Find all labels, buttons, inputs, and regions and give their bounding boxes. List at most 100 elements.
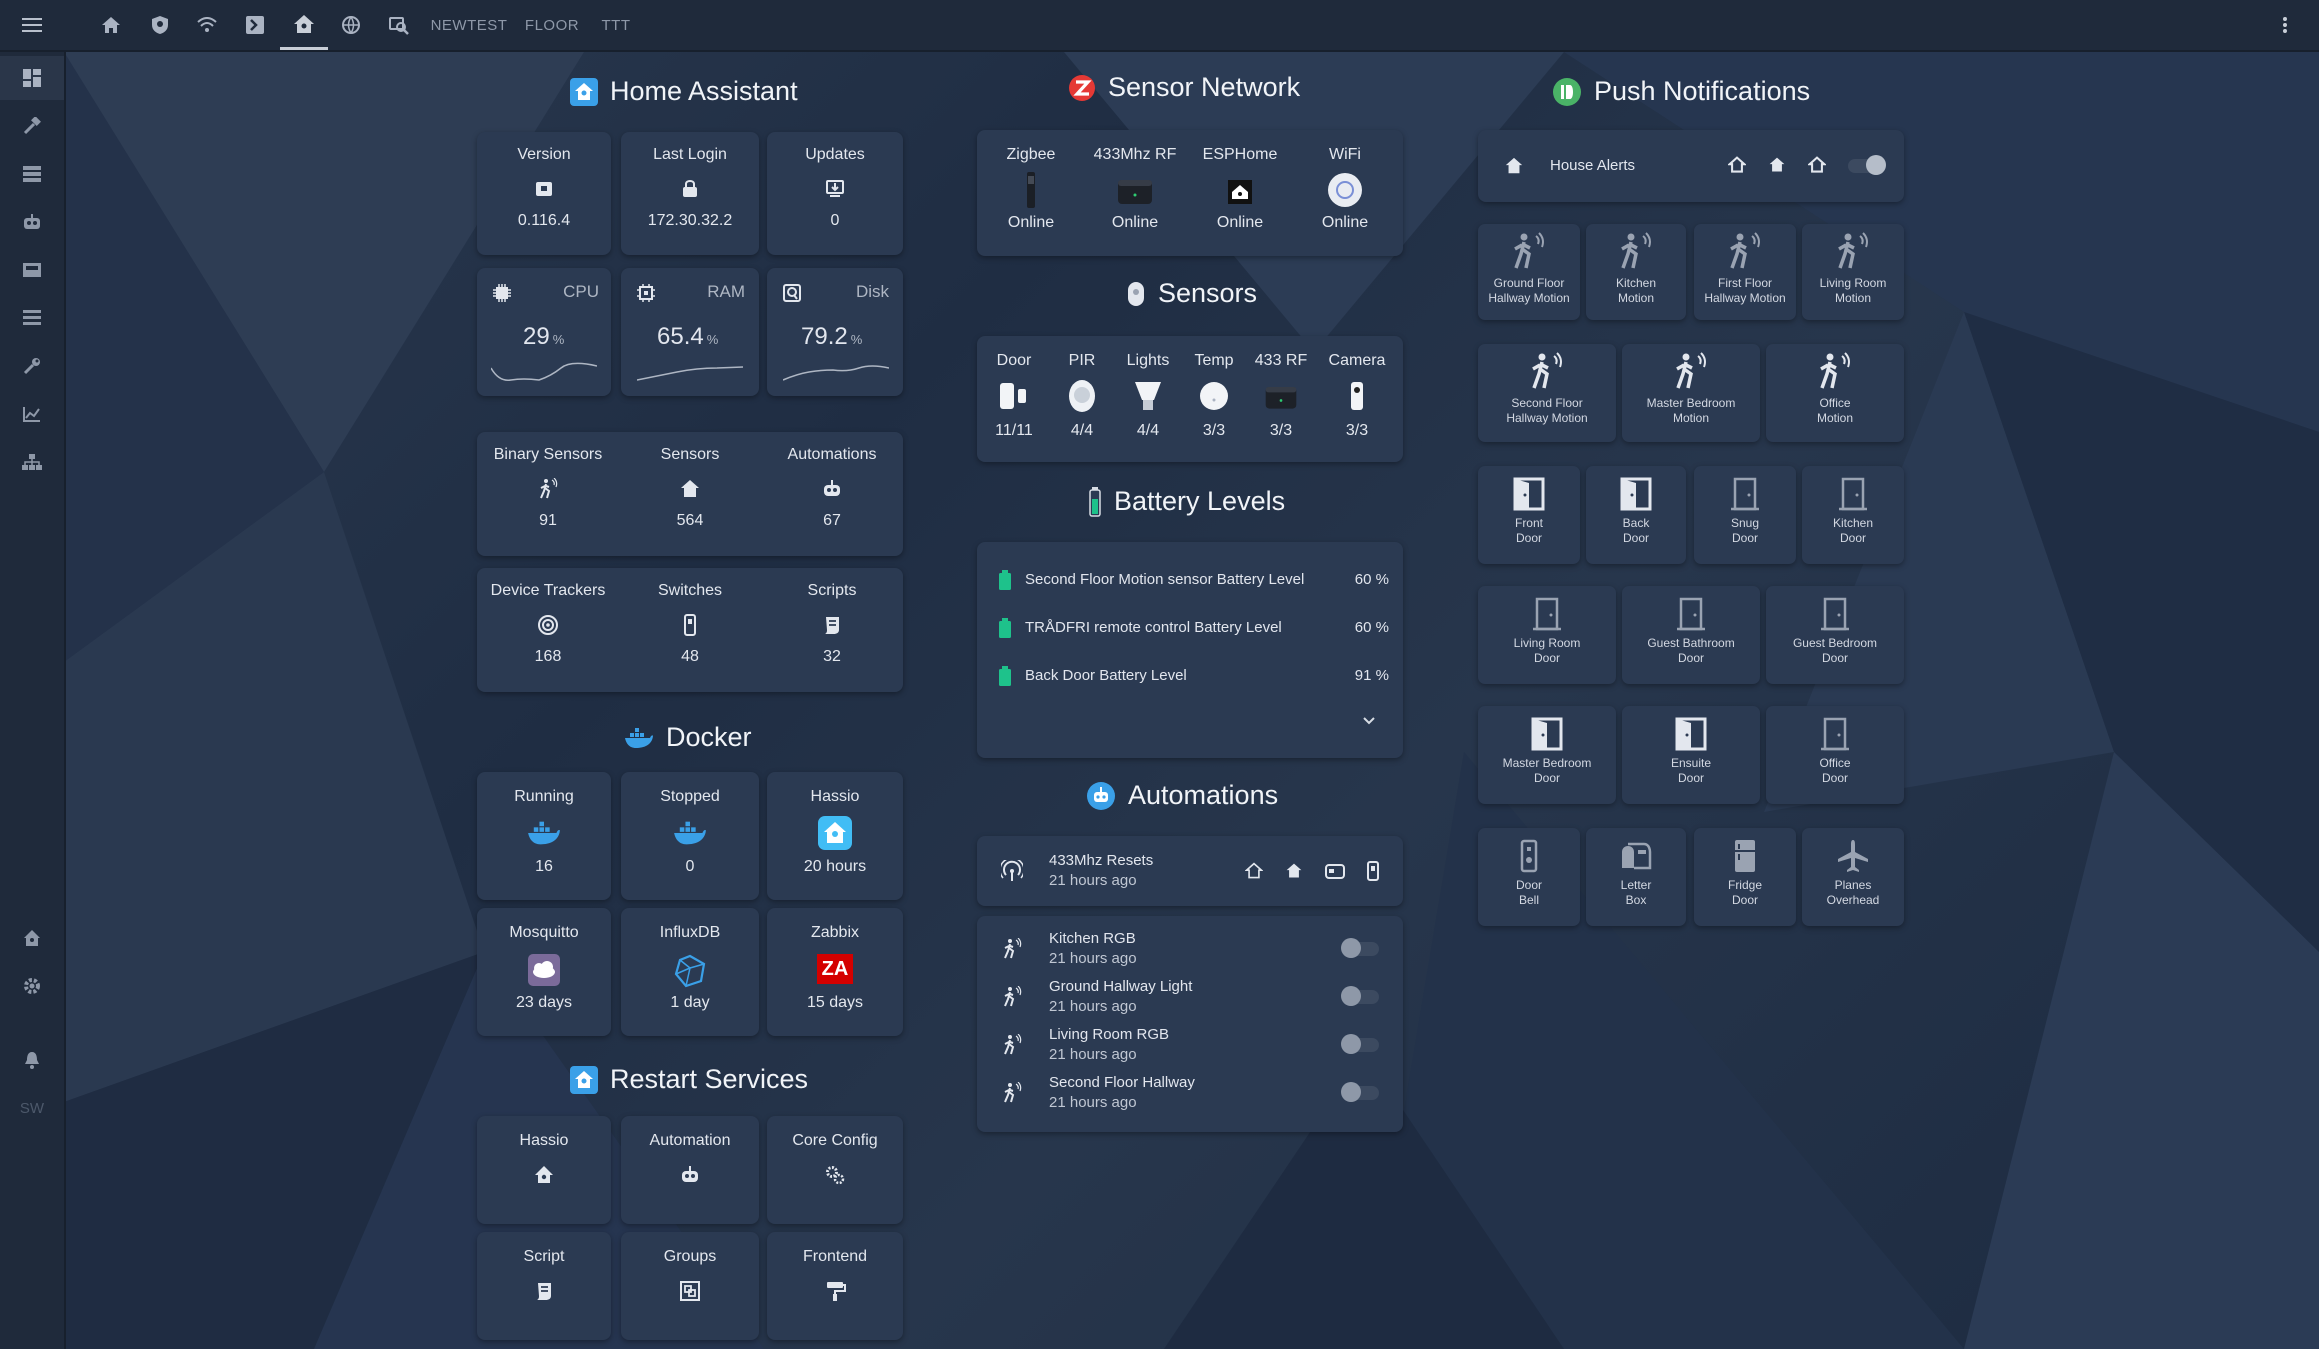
door-bell-tile[interactable]: Door Bell: [1478, 828, 1580, 926]
ram-card[interactable]: RAM 65.4%: [621, 268, 759, 396]
first-floor-hallway-motion-tile[interactable]: First Floor Hallway Motion: [1694, 224, 1796, 320]
restart-core-config-button[interactable]: Core Config: [767, 1116, 903, 1224]
docker-hassio-card[interactable]: Hassio 20 hours: [767, 772, 903, 900]
office-door-tile[interactable]: Office Door: [1766, 706, 1904, 804]
sidebar-item-sitemap[interactable]: [0, 440, 64, 484]
ensuite-door-tile[interactable]: Ensuite Door: [1622, 706, 1760, 804]
terminal-icon[interactable]: [238, 0, 272, 50]
sidebar-item-settings[interactable]: [0, 964, 64, 1008]
restart-frontend-button[interactable]: Frontend: [767, 1232, 903, 1340]
automation-toggle[interactable]: [1341, 1082, 1379, 1102]
chevron-down-icon[interactable]: [1362, 716, 1376, 726]
docker-mosquitto-card[interactable]: Mosquitto 23 days: [477, 908, 611, 1036]
shield-icon[interactable]: [143, 0, 177, 50]
sidebar-item-wrench[interactable]: [0, 344, 64, 388]
docker-influxdb-card[interactable]: InfluxDB 1 day: [621, 908, 759, 1036]
disk-card[interactable]: Disk 79.2%: [767, 268, 903, 396]
wifi-icon[interactable]: [190, 0, 224, 50]
last-login-card[interactable]: Last Login 172.30.32.2: [621, 132, 759, 255]
rf-sensors[interactable]: 433 RF 3/3: [1247, 352, 1315, 440]
version-card[interactable]: Version 0.116.4: [477, 132, 611, 255]
home-icon[interactable]: [1245, 862, 1263, 880]
planes-overhead-tile[interactable]: Planes Overhead: [1802, 828, 1904, 926]
rf-status[interactable]: 433Mhz RF Online: [1085, 146, 1185, 232]
hamburger-icon[interactable]: [12, 0, 52, 50]
tab-home-assistant[interactable]: [280, 0, 328, 50]
automations-count[interactable]: Automations 67: [761, 446, 903, 530]
restart-automation-button[interactable]: Automation: [621, 1116, 759, 1224]
cpu-card[interactable]: CPU 29%: [477, 268, 611, 396]
house-alerts-card[interactable]: House Alerts: [1478, 130, 1904, 202]
switches-count[interactable]: Switches 48: [619, 582, 761, 666]
restart-hassio-button[interactable]: Hassio: [477, 1116, 611, 1224]
wifi-status[interactable]: WiFi Online: [1295, 146, 1395, 232]
docker-stopped-card[interactable]: Stopped 0: [621, 772, 759, 900]
front-door-tile[interactable]: Front Door: [1478, 466, 1580, 564]
automation-toggle[interactable]: [1341, 938, 1379, 958]
home-icon[interactable]: [94, 0, 128, 50]
sensors-count[interactable]: Sensors 564: [619, 446, 761, 530]
snug-door-tile[interactable]: Snug Door: [1694, 466, 1796, 564]
binary-sensors-count[interactable]: Binary Sensors 91: [477, 446, 619, 530]
tab-floor[interactable]: FLOOR: [522, 0, 582, 50]
letter-box-tile[interactable]: Letter Box: [1586, 828, 1686, 926]
sidebar-item-robot[interactable]: [0, 200, 64, 244]
dots-vertical-icon[interactable]: [2268, 0, 2302, 50]
battery-row[interactable]: Second Floor Motion sensor Battery Level…: [999, 566, 1389, 596]
house-alerts-toggle[interactable]: [1848, 155, 1886, 175]
sidebar-item-hacs[interactable]: [0, 248, 64, 292]
sidebar-item-history[interactable]: [0, 392, 64, 436]
sidebar-item-dashboard[interactable]: [0, 56, 64, 100]
sidebar-item-hass[interactable]: [0, 916, 64, 960]
guest-bedroom-door-tile[interactable]: Guest Bedroom Door: [1766, 586, 1904, 684]
tab-newtest[interactable]: NEWTEST: [431, 0, 507, 50]
docker-running-card[interactable]: Running 16: [477, 772, 611, 900]
sidebar-item-list[interactable]: [0, 296, 64, 340]
automation-toggle[interactable]: [1341, 986, 1379, 1006]
tab-ttt[interactable]: TTT: [598, 0, 634, 50]
pir-sensors[interactable]: PIR 4/4: [1049, 352, 1115, 440]
kitchen-motion-tile[interactable]: Kitchen Motion: [1586, 224, 1686, 320]
ground-floor-hallway-motion-tile[interactable]: Ground Floor Hallway Motion: [1478, 224, 1580, 320]
sidebar-item-tools[interactable]: [0, 104, 64, 148]
back-door-tile[interactable]: Back Door: [1586, 466, 1686, 564]
device-trackers-count[interactable]: Device Trackers 168: [477, 582, 619, 666]
user-avatar[interactable]: SW: [0, 1086, 64, 1130]
camera-sensors[interactable]: Camera 3/3: [1315, 352, 1399, 440]
temp-sensors[interactable]: Temp 3/3: [1181, 352, 1247, 440]
fridge-door-tile[interactable]: Fridge Door: [1694, 828, 1796, 926]
mailbox-icon[interactable]: [1325, 863, 1345, 879]
home-icon[interactable]: [1728, 156, 1746, 174]
restart-groups-button[interactable]: Groups: [621, 1232, 759, 1340]
docker-zabbix-card[interactable]: Zabbix ZA 15 days: [767, 908, 903, 1036]
door-sensors[interactable]: Door 11/11: [979, 352, 1049, 440]
home-icon[interactable]: [1808, 156, 1826, 174]
battery-row[interactable]: Back Door Battery Level 91 %: [999, 662, 1389, 692]
battery-row[interactable]: TRÅDFRI remote control Battery Level 60 …: [999, 614, 1389, 644]
search-icon[interactable]: [382, 0, 416, 50]
sidebar-item-server[interactable]: [0, 152, 64, 196]
living-room-door-tile[interactable]: Living Room Door: [1478, 586, 1616, 684]
globe-icon[interactable]: [334, 0, 368, 50]
office-motion-tile[interactable]: Office Motion: [1766, 344, 1904, 442]
guest-bathroom-door-tile[interactable]: Guest Bathroom Door: [1622, 586, 1760, 684]
automation-row[interactable]: Living Room RGB 21 hours ago: [977, 1022, 1403, 1068]
switch-icon[interactable]: [1367, 861, 1379, 881]
automation-row[interactable]: Kitchen RGB 21 hours ago: [977, 926, 1403, 972]
restart-script-button[interactable]: Script: [477, 1232, 611, 1340]
kitchen-door-tile[interactable]: Kitchen Door: [1802, 466, 1904, 564]
living-room-motion-tile[interactable]: Living Room Motion: [1802, 224, 1904, 320]
zigbee-status[interactable]: Zigbee Online: [977, 146, 1085, 232]
scripts-count[interactable]: Scripts 32: [761, 582, 903, 666]
master-bedroom-door-tile[interactable]: Master Bedroom Door: [1478, 706, 1616, 804]
home-icon[interactable]: [1285, 862, 1303, 880]
esphome-status[interactable]: ESPHome Online: [1185, 146, 1295, 232]
second-floor-hallway-motion-tile[interactable]: Second Floor Hallway Motion: [1478, 344, 1616, 442]
sidebar-item-notifications[interactable]: [0, 1038, 64, 1082]
433mhz-resets-card[interactable]: 433Mhz Resets 21 hours ago: [977, 836, 1403, 906]
updates-card[interactable]: Updates 0: [767, 132, 903, 255]
automation-row[interactable]: Second Floor Hallway 21 hours ago: [977, 1070, 1403, 1116]
light-sensors[interactable]: Lights 4/4: [1115, 352, 1181, 440]
automation-toggle[interactable]: [1341, 1034, 1379, 1054]
home-icon[interactable]: [1768, 156, 1786, 174]
